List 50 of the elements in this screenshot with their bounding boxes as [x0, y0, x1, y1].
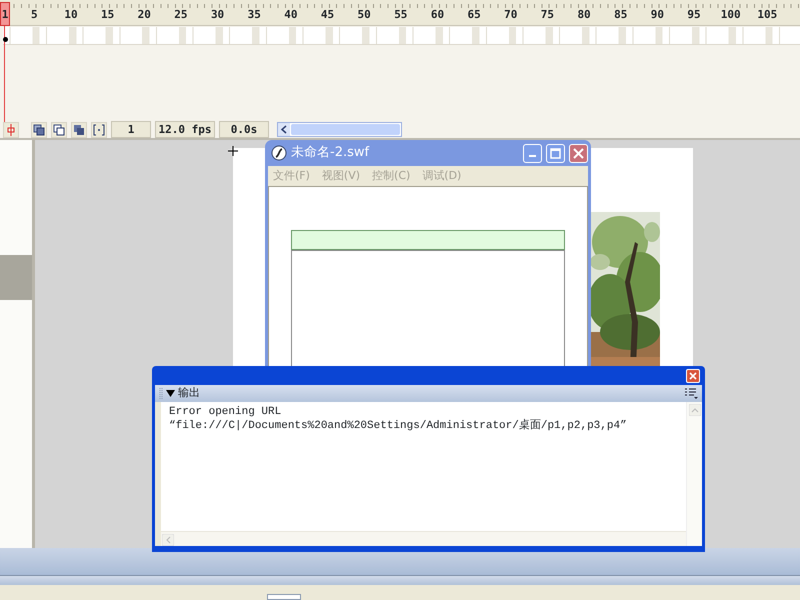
ruler-number: 70	[504, 8, 518, 21]
flash-player-icon	[271, 143, 287, 163]
output-line: “file:///C|/Documents%20and%20Settings/Administrator/桌面/p1,p2,p3,p4”	[169, 419, 628, 433]
marker-icon[interactable]	[91, 122, 107, 138]
edit-frames-icon[interactable]	[71, 122, 87, 138]
panel-block	[0, 255, 32, 300]
ruler-number: 45	[320, 8, 334, 21]
close-button[interactable]	[686, 368, 700, 382]
ruler-number: 80	[577, 8, 591, 21]
onion-outline-icon[interactable]	[51, 122, 67, 138]
ruler-number: 95	[687, 8, 701, 21]
close-icon	[573, 148, 584, 158]
ruler-number: 75	[540, 8, 554, 21]
scroll-left-icon[interactable]	[278, 123, 290, 136]
close-button[interactable]	[569, 144, 588, 162]
grip-icon	[159, 385, 163, 402]
elapsed-time-field: 0.0s	[219, 121, 269, 138]
vertical-scrollbar[interactable]	[686, 402, 702, 546]
window-title: 未命名-2.swf	[291, 144, 370, 162]
ruler-number: 40	[284, 8, 298, 21]
keyframe-dot	[3, 37, 8, 42]
minimize-button[interactable]	[523, 144, 542, 162]
frame-rate-field: 12.0 fps	[155, 121, 215, 138]
horizontal-scrollbar[interactable]	[277, 122, 402, 137]
current-frame-field: 1	[111, 121, 151, 138]
ruler-number: 105	[757, 8, 778, 21]
playhead[interactable]	[0, 2, 10, 26]
ruler-number: 65	[467, 8, 481, 21]
ruler-number: 35	[248, 8, 261, 21]
registration-mark-icon	[228, 143, 238, 153]
output-line: Error opening URL	[169, 405, 282, 419]
ruler-number: 15	[100, 8, 114, 21]
close-icon	[689, 372, 697, 380]
frame-cells[interactable]	[3, 27, 800, 45]
field	[267, 594, 301, 600]
ruler-number: 1	[2, 8, 8, 21]
ruler-number: 60	[430, 8, 444, 21]
maximize-icon	[550, 148, 561, 158]
ruler-number: 90	[650, 8, 664, 21]
ruler-number: 5	[31, 8, 38, 21]
ruler-number: 25	[174, 8, 188, 21]
ruler-number: 10	[64, 8, 78, 21]
ruler-number: 30	[210, 8, 224, 21]
ruler-number: 100	[720, 8, 741, 21]
ruler-number: 85	[614, 8, 628, 21]
ruler-number: 50	[358, 8, 371, 21]
maximize-button[interactable]	[546, 144, 565, 162]
ruler-number: 55	[394, 8, 408, 21]
onion-skin-icon[interactable]	[31, 122, 47, 138]
ruler-number: 20	[138, 8, 151, 21]
